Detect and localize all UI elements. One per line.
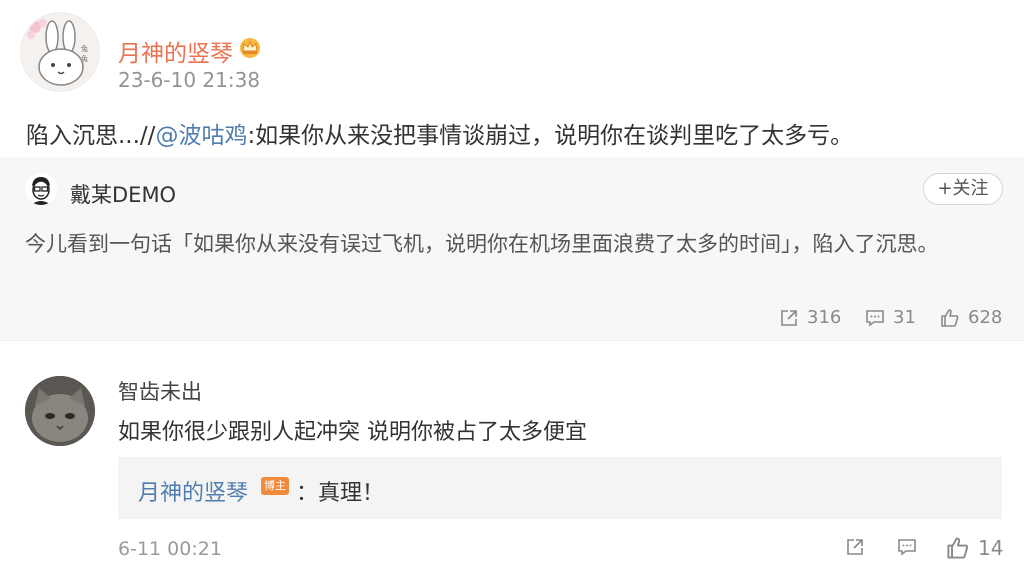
thumbs-up-icon [941,308,959,327]
like-count: 628 [968,307,1003,328]
share-count: 316 [807,307,842,328]
comment-time: 6-11 00:21 [118,538,222,560]
comment-reply-action[interactable] [897,537,925,557]
thumbs-up-icon [947,537,969,559]
comment-action[interactable]: 31 [865,307,916,328]
author-reply-box[interactable]: 月神的竖琴 博主 ：真理！ [118,457,1002,519]
section-divider [0,340,1024,341]
repost-card[interactable]: 戴某DEMO +关注 今儿看到一句话「如果你从来没有误过飞机，说明你在机场里面浪… [0,157,1024,340]
like-action[interactable]: 628 [940,307,1002,328]
share-icon [847,539,863,555]
reply-text: ：真理！ [296,481,385,506]
blogger-badge: 博主 [261,477,289,495]
post-text: 陷入沉思...//@波咕鸡:如果你从来没把事情谈崩过，说明你在谈判里吃了太多亏。 [26,116,853,150]
svg-text:兔: 兔 [81,54,88,63]
follow-button[interactable]: +关注 [923,173,1003,205]
comment-text: 如果你很少跟别人起冲突 说明你被占了太多便宜 [118,420,587,445]
comment-like-action[interactable]: 14 [946,536,1003,560]
repost-text: 今儿看到一句话「如果你从来没有误过飞机，说明你在机场里面浪费了太多的时间」，陷入… [25,232,939,256]
post-text-prefix: 陷入沉思...// [26,123,156,149]
post-header: 兔 兔 月神的竖琴 23-6-10 21:38 [20,12,1004,92]
repost-author-avatar[interactable] [25,173,57,205]
crown-icon [238,36,262,58]
comment-icon [898,539,916,556]
author-avatar[interactable]: 兔 兔 [20,12,100,92]
bunny-avatar-icon: 兔 兔 [27,19,88,86]
commenter-avatar[interactable] [25,376,95,446]
man-face-avatar-icon [25,173,57,205]
commenter-name[interactable]: 智齿未出 [118,376,202,406]
comment-like-count: 14 [978,536,1004,560]
comment-share-action[interactable] [845,537,873,557]
post-timestamp: 23-6-10 21:38 [118,68,261,92]
comment-icon [866,309,884,327]
cat-avatar-icon [25,376,95,446]
author-name[interactable]: 月神的竖琴 [118,34,233,68]
share-action[interactable]: 316 [779,307,841,328]
mention-link[interactable]: @波咕鸡 [155,123,247,149]
share-icon [781,309,797,326]
repost-author-name[interactable]: 戴某DEMO [70,179,176,209]
post-text-suffix: :如果你从来没把事情谈崩过，说明你在谈判里吃了太多亏。 [247,123,854,149]
svg-text:兔: 兔 [81,44,88,53]
reply-author-name[interactable]: 月神的竖琴 [138,475,248,507]
comment-count: 31 [893,307,916,328]
